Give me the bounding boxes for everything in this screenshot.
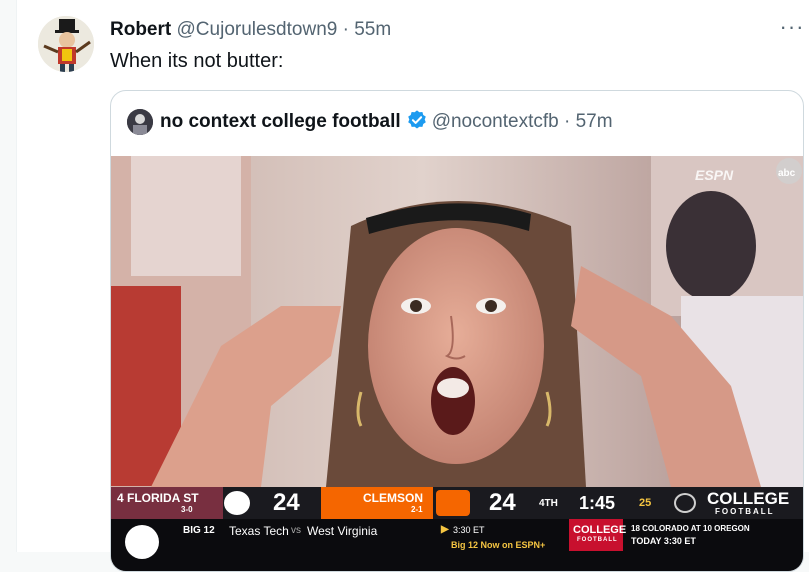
ticker-matchup-a: Texas Tech — [229, 524, 289, 538]
tweet-card[interactable]: Robert @Cujorulesdtown9 · 55m ··· When i… — [16, 0, 809, 572]
author-handle[interactable]: @Cujorulesdtown9 — [177, 19, 338, 40]
quoted-avatar[interactable] — [127, 109, 153, 135]
clemson-paw-icon — [436, 490, 470, 516]
tweet-header: Robert @Cujorulesdtown9 · 55m — [110, 19, 391, 41]
college-brand: COLLEGE — [707, 489, 790, 508]
quoted-author-name[interactable]: no context college football — [160, 111, 401, 132]
ticker-matchup-b: West Virginia — [307, 524, 378, 538]
quoted-header: no context college football @nocontextcfb… — [160, 109, 613, 138]
author-name[interactable]: Robert — [110, 19, 171, 40]
photo-scene: ESPN abc — [111, 156, 803, 487]
college-brand-sub: FOOTBALL — [715, 507, 775, 516]
timestamp[interactable]: 55m — [354, 19, 391, 40]
promo-big: COLLEGE — [573, 524, 627, 536]
quoted-handle[interactable]: @nocontextcfb — [432, 111, 559, 132]
team2-score: 24 — [489, 489, 516, 516]
avatar-image — [38, 16, 94, 72]
quoted-tweet[interactable]: no context college football @nocontextcfb… — [110, 90, 804, 572]
verified-badge-icon — [406, 109, 428, 138]
avatar[interactable] — [38, 16, 94, 72]
quarter: 4TH — [539, 498, 558, 509]
ticker-vs: vs — [291, 525, 301, 536]
next-game-line2: TODAY 3:30 ET — [631, 536, 696, 546]
quoted-separator: · — [564, 111, 571, 132]
abc-logo-icon — [125, 525, 159, 559]
quoted-timestamp[interactable]: 57m — [576, 111, 613, 132]
team1-score: 24 — [273, 489, 300, 516]
quoted-media-image[interactable]: ESPN abc 4 FLORIDA ST 3-0 24 CLEMSON 2-1… — [111, 156, 803, 571]
scorebar: 4 FLORIDA ST 3-0 24 CLEMSON 2-1 24 4TH 1… — [111, 487, 803, 519]
network-bug-espn: ESPN — [695, 167, 734, 183]
team2-record: 2-1 — [411, 505, 423, 514]
quoted-avatar-image — [127, 109, 153, 135]
college-football-logo-icon — [674, 493, 696, 513]
florida-st-logo-icon — [224, 491, 250, 515]
ticker-espn-line: Big 12 Now on ESPN+ — [451, 540, 546, 550]
play-clock: 25 — [639, 497, 652, 509]
team2-name: CLEMSON — [363, 491, 423, 505]
next-game-line1: 18 COLORADO AT 10 OREGON — [631, 524, 750, 533]
promo-small: FOOTBALL — [577, 537, 618, 543]
ticker-conf: BIG 12 — [183, 525, 215, 536]
bottom-ticker: BIG 12 Texas Tech vs West Virginia ▶ 3:3… — [111, 519, 803, 571]
game-clock: 1:45 — [579, 493, 616, 513]
team1-record: 3-0 — [181, 505, 193, 514]
more-options-button[interactable]: ··· — [777, 14, 807, 44]
tweet-text: When its not butter: — [110, 50, 284, 72]
ticker-time: 3:30 ET — [453, 525, 485, 535]
network-bug-abc: abc — [778, 168, 796, 179]
separator: · — [342, 19, 349, 40]
ticker-arrow-icon: ▶ — [441, 524, 449, 535]
team1-name: 4 FLORIDA ST — [117, 491, 199, 505]
